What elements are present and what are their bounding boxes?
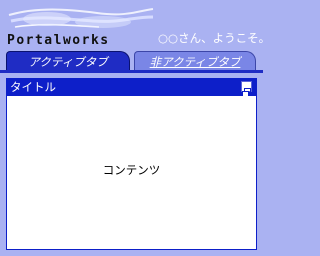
tab-underline	[0, 70, 263, 73]
tab-inactive[interactable]: 非アクティブタブ	[134, 51, 256, 71]
header: Portalworks ○○さん、ようこそ。	[0, 0, 270, 48]
window-restore-icon[interactable]	[241, 81, 252, 97]
tab-active[interactable]: アクティブタブ	[6, 51, 130, 71]
portlet-content: コンテンツ	[102, 163, 161, 177]
portlet-body: コンテンツ	[6, 96, 257, 250]
portlet: タイトル コンテンツ	[6, 78, 257, 250]
logo-script-decoration	[8, 8, 154, 28]
logo-text: Portalworks	[7, 33, 110, 48]
portalworks-logo: Portalworks	[3, 2, 154, 48]
tab-bar: アクティブタブ 非アクティブタブ	[6, 48, 257, 72]
portlet-title-bar: タイトル	[6, 78, 257, 97]
portlet-title: タイトル	[10, 80, 56, 94]
welcome-message: ○○さん、ようこそ。	[158, 31, 271, 45]
